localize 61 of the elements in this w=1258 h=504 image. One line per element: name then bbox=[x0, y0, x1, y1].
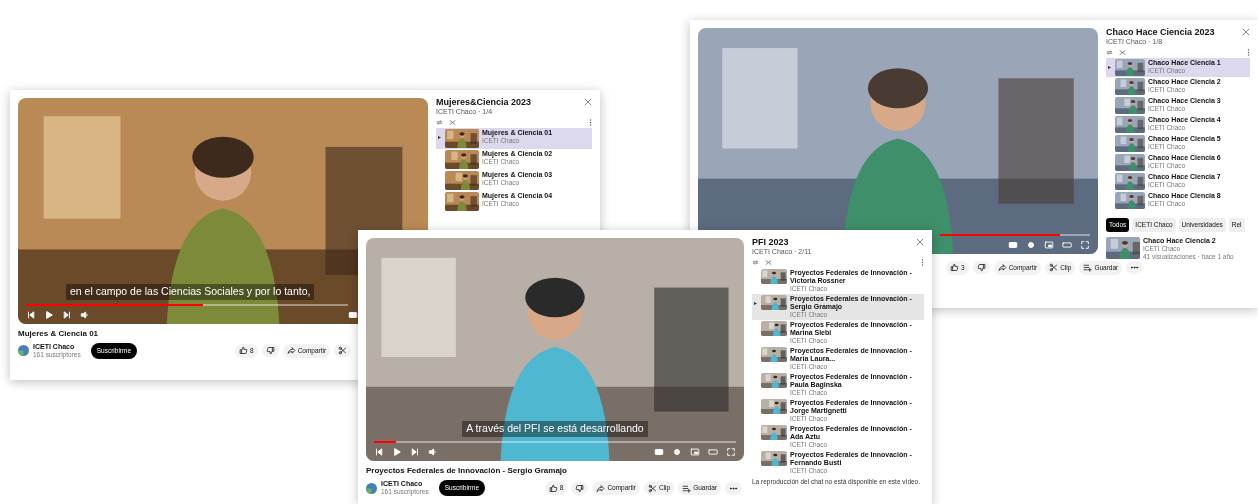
theater-icon[interactable] bbox=[708, 447, 718, 458]
more-button[interactable] bbox=[1126, 261, 1144, 275]
share-icon bbox=[596, 483, 606, 493]
captions-icon[interactable] bbox=[348, 310, 358, 320]
progress-track[interactable] bbox=[374, 441, 736, 444]
subtitle-text: en el campo de las Ciencias Sociales y por lo tanto, bbox=[66, 284, 315, 300]
settings-icon[interactable] bbox=[672, 447, 682, 458]
scissors-icon bbox=[338, 346, 348, 356]
video-title: Proyectos Federales de Innovación - Sergio Gramajo bbox=[366, 465, 568, 478]
subtitle-text: A través del PFI se está desarrollando bbox=[462, 421, 648, 438]
channel-avatar-icon[interactable] bbox=[18, 345, 29, 357]
captions-icon[interactable] bbox=[654, 447, 664, 458]
volume-icon[interactable] bbox=[428, 447, 438, 458]
playlist-add-icon bbox=[682, 483, 692, 493]
playlist-title: Mujeres&Ciencia 2023 bbox=[436, 98, 532, 108]
thumbs-down-icon bbox=[575, 483, 585, 493]
dislike-button[interactable] bbox=[571, 481, 589, 495]
now-playing-icon bbox=[438, 136, 441, 140]
more-icon[interactable] bbox=[921, 259, 924, 267]
thumbs-down-icon bbox=[265, 346, 275, 356]
dislike-button[interactable] bbox=[972, 261, 990, 275]
thumbs-up-icon bbox=[239, 346, 248, 356]
scissors-icon bbox=[647, 483, 657, 493]
fullscreen-icon[interactable] bbox=[726, 447, 736, 458]
thumbs-up-icon bbox=[548, 483, 558, 493]
previous-icon[interactable] bbox=[26, 310, 36, 320]
playlist-add-icon bbox=[1083, 263, 1093, 273]
play-icon[interactable] bbox=[392, 447, 402, 458]
dislike-button[interactable] bbox=[261, 344, 279, 358]
loop-icon[interactable] bbox=[1106, 49, 1113, 57]
miniplayer-icon[interactable] bbox=[690, 447, 700, 458]
share-icon bbox=[286, 346, 296, 356]
share-icon bbox=[997, 263, 1007, 273]
previous-icon[interactable] bbox=[374, 447, 384, 458]
captions-icon[interactable] bbox=[1008, 240, 1018, 250]
thumbs-up-icon bbox=[950, 263, 959, 273]
more-button[interactable] bbox=[725, 481, 742, 495]
scissors-icon bbox=[1049, 263, 1059, 273]
thumbs-down-icon bbox=[976, 263, 986, 273]
settings-icon[interactable] bbox=[1026, 240, 1036, 250]
loop-icon[interactable] bbox=[752, 259, 759, 267]
fullscreen-icon[interactable] bbox=[1080, 240, 1090, 250]
clip-button[interactable] bbox=[334, 344, 352, 358]
close-icon[interactable] bbox=[916, 238, 924, 246]
now-playing-icon bbox=[1108, 66, 1111, 70]
loop-icon[interactable] bbox=[436, 119, 443, 127]
more-icon[interactable] bbox=[1247, 49, 1250, 57]
next-icon[interactable] bbox=[410, 447, 420, 458]
video-title: Mujeres & Ciencia 01 bbox=[18, 328, 100, 340]
more-icon[interactable] bbox=[589, 119, 592, 127]
close-icon[interactable] bbox=[1242, 28, 1250, 36]
theater-icon[interactable] bbox=[1062, 240, 1072, 250]
channel-avatar-icon[interactable] bbox=[366, 482, 377, 494]
play-icon[interactable] bbox=[44, 310, 54, 320]
close-icon[interactable] bbox=[584, 98, 592, 106]
volume-icon[interactable] bbox=[80, 310, 90, 320]
miniplayer-icon[interactable] bbox=[1044, 240, 1054, 250]
next-icon[interactable] bbox=[62, 310, 72, 320]
playlist-title: PFI 2023 bbox=[752, 238, 790, 248]
now-playing-icon bbox=[754, 302, 757, 306]
playlist-title: Chaco Hace Ciencia 2023 bbox=[1106, 28, 1215, 38]
